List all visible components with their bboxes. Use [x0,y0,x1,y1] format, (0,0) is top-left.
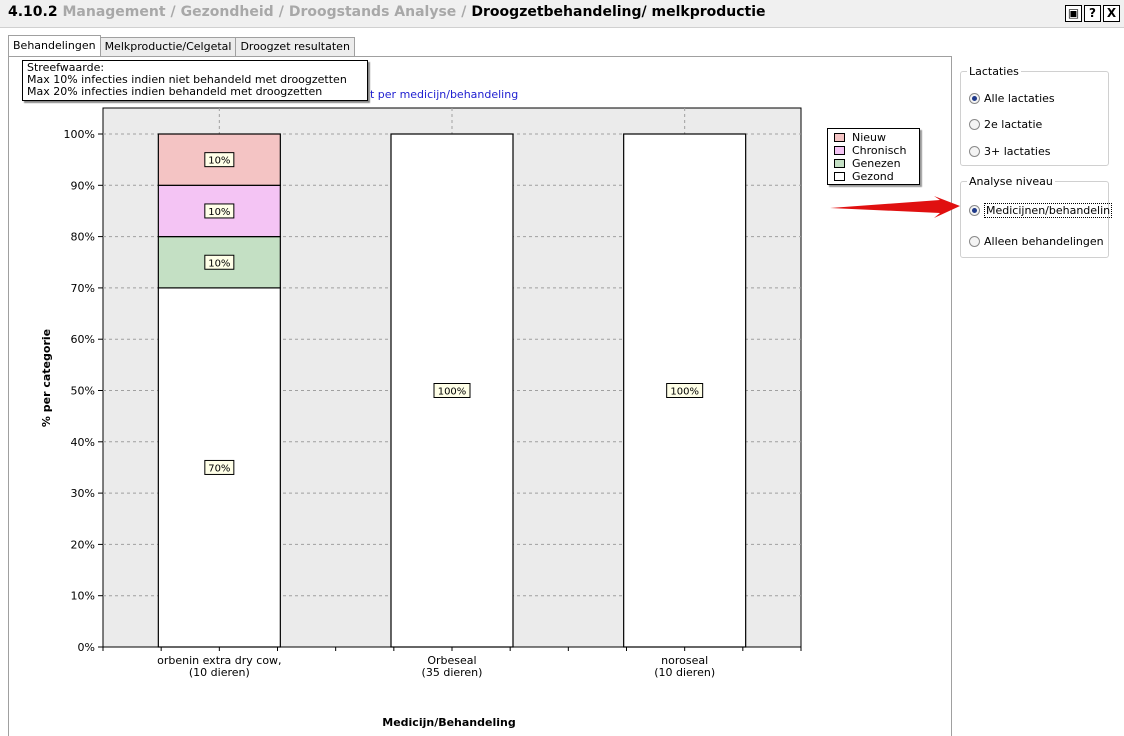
radio-unselected-icon[interactable] [969,146,980,157]
legend-label-genezen: Genezen [852,157,901,170]
radio-alle-lactaties[interactable]: Alle lactaties [969,92,1055,105]
legend-item-nieuw: Nieuw [834,131,919,144]
radio-unselected-icon[interactable] [969,236,980,247]
legend-swatch-gezond [834,172,845,181]
data-label: 70% [208,463,230,474]
analyse-niveau-group: Analyse niveau Medicijnen/behandelin All… [960,175,1113,258]
y-tick-label: 60% [71,333,95,346]
radio-label: 3+ lactaties [984,145,1051,158]
data-label: 10% [208,258,230,269]
y-tick-label: 70% [71,282,95,295]
analyse-niveau-group-label: Analyse niveau [967,175,1055,188]
data-label: 100% [438,387,467,398]
legend-label-gezond: Gezond [852,170,894,183]
legend-label-nieuw: Nieuw [852,131,887,144]
radio-label: Alle lactaties [984,92,1055,105]
radio-medicijnen-behandelingen[interactable]: Medicijnen/behandelin [969,203,1113,218]
data-label: 100% [670,387,699,398]
radio-label: Alleen behandelingen [984,235,1104,248]
data-label: 10% [208,156,230,167]
y-tick-label: 40% [71,436,95,449]
x-axis-title: Medicijn/Behandeling [382,716,515,729]
radio-2e-lactatie[interactable]: 2e lactatie [969,118,1042,131]
tab-behandelingen[interactable]: Behandelingen [8,35,101,56]
y-tick-label: 100% [64,128,95,141]
legend-swatch-chronisch [834,146,845,155]
y-tick-label: 0% [78,641,95,654]
legend-swatch-genezen [834,159,845,168]
red-arrow-icon [830,196,960,218]
legend-item-gezond: Gezond [834,170,919,183]
legend-swatch-nieuw [834,133,845,142]
chart-legend: Nieuw Chronisch Genezen Gezond [827,128,920,185]
radio-selected-icon[interactable] [969,205,980,216]
radio-3plus-lactaties[interactable]: 3+ lactaties [969,145,1050,158]
radio-label: 2e lactatie [984,118,1043,131]
y-tick-label: 80% [71,231,95,244]
y-tick-label: 10% [71,590,95,603]
tooltip-line-3: Max 20% infecties indien behandeld met d… [27,85,323,98]
radio-label: Medicijnen/behandelin [984,203,1113,218]
legend-label-chronisch: Chronisch [852,144,907,157]
x-category-label: (35 dieren) [422,666,483,679]
y-tick-label: 30% [71,487,95,500]
radio-selected-icon[interactable] [969,93,980,104]
y-tick-label: 20% [71,538,95,551]
legend-item-chronisch: Chronisch [834,144,919,157]
chart-title: t per medicijn/behandeling [370,88,519,101]
target-value-tooltip: Streefwaarde: Max 10% infecties indien n… [22,60,368,101]
y-tick-label: 90% [71,179,95,192]
y-axis-title: % per categorie [40,329,53,427]
radio-unselected-icon[interactable] [969,119,980,130]
y-tick-label: 50% [71,385,95,398]
lactaties-group: Lactaties Alle lactaties 2e lactatie 3+ … [960,65,1109,166]
legend-item-genezen: Genezen [834,157,919,170]
data-label: 10% [208,207,230,218]
lactaties-group-label: Lactaties [967,65,1021,78]
x-category-label: (10 dieren) [654,666,715,679]
x-category-label: (10 dieren) [189,666,250,679]
radio-alleen-behandelingen[interactable]: Alleen behandelingen [969,235,1104,248]
